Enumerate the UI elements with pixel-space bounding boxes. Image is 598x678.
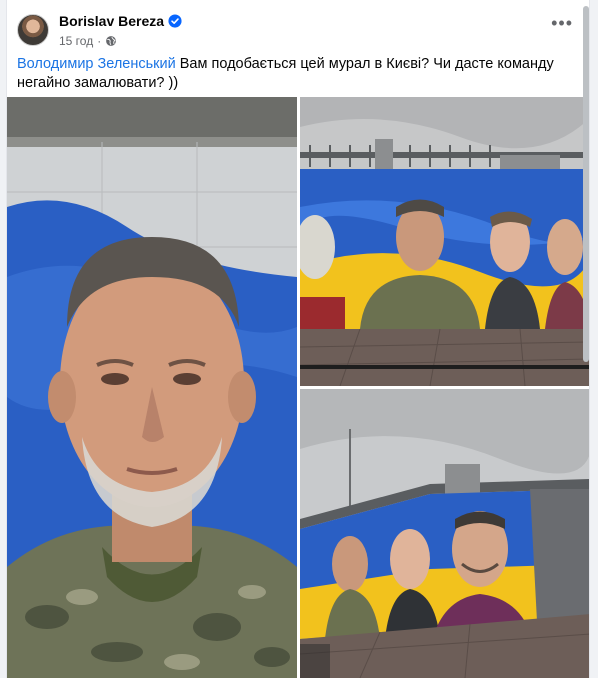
author-name[interactable]: Borislav Bereza xyxy=(59,13,182,29)
scrollbar[interactable] xyxy=(583,6,589,362)
photo-2[interactable] xyxy=(300,97,589,386)
photo-1[interactable] xyxy=(7,97,297,678)
more-options-icon[interactable]: ••• xyxy=(551,14,573,32)
post-meta: 15 год · xyxy=(59,34,117,48)
globe-icon xyxy=(105,35,117,47)
post-time[interactable]: 15 год xyxy=(59,34,93,48)
post-header: Borislav Bereza 15 год · ••• xyxy=(7,0,589,52)
photo-3[interactable] xyxy=(300,389,589,678)
meta-separator: · xyxy=(97,34,102,48)
verified-badge-icon xyxy=(168,14,182,28)
facebook-post: Borislav Bereza 15 год · ••• Володимир З… xyxy=(6,0,590,678)
author-avatar[interactable] xyxy=(17,14,49,46)
photo-grid xyxy=(7,97,589,678)
mention-link[interactable]: Володимир Зеленський xyxy=(17,56,176,72)
author-name-text[interactable]: Borislav Bereza xyxy=(59,13,164,29)
post-text: Володимир Зеленський Вам подобається цей… xyxy=(17,55,557,93)
